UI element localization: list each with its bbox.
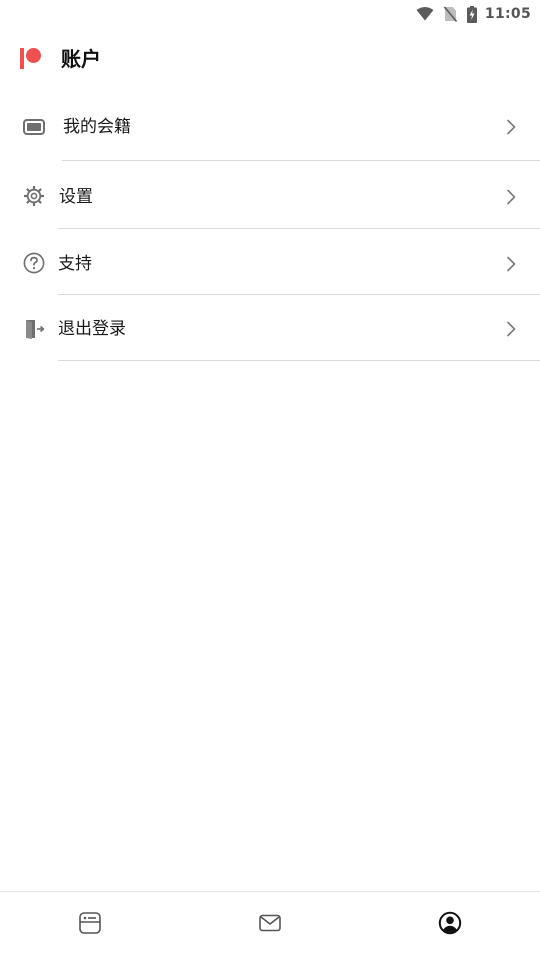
logout-icon: [22, 317, 46, 341]
divider: [62, 160, 540, 161]
status-bar: 11:05: [0, 0, 540, 28]
chevron-right-icon: [504, 188, 518, 206]
patreon-logo: [20, 47, 44, 71]
gear-icon: [22, 184, 46, 208]
nav-tab-messages[interactable]: [257, 912, 283, 938]
wifi-icon: [416, 7, 434, 21]
menu-item-logout[interactable]: 退出登录: [0, 299, 540, 360]
menu-item-support[interactable]: 支持: [0, 233, 540, 294]
battery-charging-icon: [466, 5, 477, 23]
feed-icon: [78, 911, 102, 939]
menu-item-label: 我的会籍: [63, 117, 131, 137]
divider: [58, 360, 540, 361]
chevron-right-icon: [504, 255, 518, 273]
nav-tab-feed[interactable]: [77, 912, 103, 938]
membership-card-icon: [22, 115, 46, 139]
divider: [58, 294, 540, 295]
menu-item-label: 支持: [58, 254, 92, 274]
divider: [58, 228, 540, 229]
help-circle-icon: [22, 251, 46, 275]
messages-icon: [258, 911, 282, 939]
chevron-right-icon: [504, 118, 518, 136]
menu-item-membership[interactable]: 我的会籍: [0, 100, 540, 160]
header: 账户: [0, 40, 540, 78]
no-sim-icon: [443, 6, 457, 22]
chevron-right-icon: [504, 320, 518, 338]
status-icons: 11:05: [406, 4, 531, 24]
nav-tab-account[interactable]: [437, 911, 463, 939]
menu-item-label: 设置: [59, 187, 93, 207]
account-icon: [438, 911, 462, 939]
account-screen: 11:05 账户 我的会籍 设置 支持 退出登录: [0, 0, 540, 960]
menu-item-label: 退出登录: [58, 319, 126, 339]
status-time: 11:05: [484, 6, 531, 22]
menu-item-settings[interactable]: 设置: [0, 166, 540, 228]
page-title: 账户: [61, 47, 101, 71]
bottom-nav: [0, 891, 540, 960]
